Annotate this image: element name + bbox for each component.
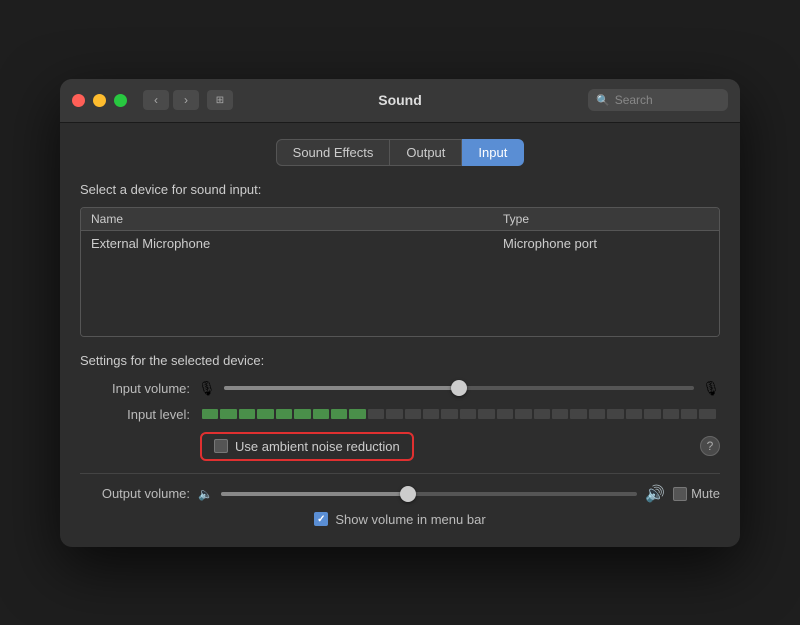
input-level-row: Input level: [80, 407, 720, 422]
traffic-lights [72, 94, 127, 107]
level-bar-22 [607, 409, 623, 419]
search-icon: 🔍 [596, 94, 610, 107]
minimize-button[interactable] [93, 94, 106, 107]
show-volume-row: Show volume in menu bar [80, 512, 720, 527]
level-bar-17 [515, 409, 531, 419]
input-level-label: Input level: [80, 407, 190, 422]
device-type: Microphone port [503, 236, 709, 251]
level-bar-26 [681, 409, 697, 419]
show-volume-label: Show volume in menu bar [335, 512, 485, 527]
table-empty-area [81, 256, 719, 336]
input-volume-slider[interactable] [224, 386, 694, 390]
device-name: External Microphone [91, 236, 503, 251]
table-header: Name Type [81, 208, 719, 231]
level-bar-0 [202, 409, 218, 419]
noise-reduction-label: Use ambient noise reduction [235, 439, 400, 454]
level-bar-20 [570, 409, 586, 419]
back-button[interactable]: ‹ [143, 90, 169, 110]
maximize-button[interactable] [114, 94, 127, 107]
level-bar-7 [331, 409, 347, 419]
mute-label: Mute [691, 486, 720, 501]
level-bar-13 [441, 409, 457, 419]
output-volume-slider[interactable] [221, 492, 637, 496]
level-bar-24 [644, 409, 660, 419]
table-row[interactable]: External Microphone Microphone port [81, 231, 719, 256]
search-box[interactable]: 🔍 [588, 89, 728, 111]
level-bar-3 [257, 409, 273, 419]
level-bar-18 [534, 409, 550, 419]
level-bar-5 [294, 409, 310, 419]
grid-button[interactable]: ⊞ [207, 90, 233, 110]
help-button[interactable]: ? [700, 436, 720, 456]
divider [80, 473, 720, 474]
close-button[interactable] [72, 94, 85, 107]
nav-buttons: ‹ › ⊞ [143, 90, 233, 110]
level-bar-21 [589, 409, 605, 419]
tabs-container: Sound Effects Output Input [80, 139, 720, 166]
tab-output[interactable]: Output [390, 139, 462, 166]
settings-label: Settings for the selected device: [80, 353, 720, 368]
level-bar-2 [239, 409, 255, 419]
column-header-name: Name [91, 212, 503, 226]
noise-reduction-row: Use ambient noise reduction ? [80, 432, 720, 461]
level-bar-9 [368, 409, 384, 419]
device-section-label: Select a device for sound input: [80, 182, 720, 197]
window-title: Sound [378, 92, 422, 108]
level-bar-16 [497, 409, 513, 419]
level-bar-12 [423, 409, 439, 419]
level-bar-4 [276, 409, 292, 419]
device-table: Name Type External Microphone Microphone… [80, 207, 720, 337]
level-bar-8 [349, 409, 365, 419]
output-volume-label: Output volume: [80, 486, 190, 501]
tab-input[interactable]: Input [462, 139, 524, 166]
noise-reduction-box[interactable]: Use ambient noise reduction [200, 432, 414, 461]
forward-button[interactable]: › [173, 90, 199, 110]
level-bar-14 [460, 409, 476, 419]
level-bar-1 [220, 409, 236, 419]
search-input[interactable] [615, 93, 720, 107]
input-level-meter [202, 409, 716, 419]
main-content: Sound Effects Output Input Select a devi… [60, 123, 740, 547]
column-header-type: Type [503, 212, 709, 226]
noise-reduction-checkbox[interactable] [214, 439, 228, 453]
level-bar-11 [405, 409, 421, 419]
level-bar-15 [478, 409, 494, 419]
mic-loud-icon: 🎙 [702, 380, 720, 397]
input-volume-label: Input volume: [80, 381, 190, 396]
speaker-quiet-icon: 🔈 [198, 487, 213, 501]
mute-checkbox[interactable] [673, 487, 687, 501]
speaker-loud-icon: 🔊 [645, 484, 665, 504]
sound-preferences-window: ‹ › ⊞ Sound 🔍 Sound Effects Output Input… [60, 79, 740, 547]
level-bar-19 [552, 409, 568, 419]
input-volume-row: Input volume: 🎙 🎙 [80, 380, 720, 397]
level-bar-6 [313, 409, 329, 419]
titlebar: ‹ › ⊞ Sound 🔍 [60, 79, 740, 123]
level-bar-25 [663, 409, 679, 419]
output-volume-row: Output volume: 🔈 🔊 Mute [80, 484, 720, 504]
mic-quiet-icon: 🎙 [198, 380, 216, 397]
level-bar-10 [386, 409, 402, 419]
level-bar-27 [699, 409, 715, 419]
tab-sound-effects[interactable]: Sound Effects [276, 139, 391, 166]
level-bar-23 [626, 409, 642, 419]
show-volume-checkbox[interactable] [314, 512, 328, 526]
